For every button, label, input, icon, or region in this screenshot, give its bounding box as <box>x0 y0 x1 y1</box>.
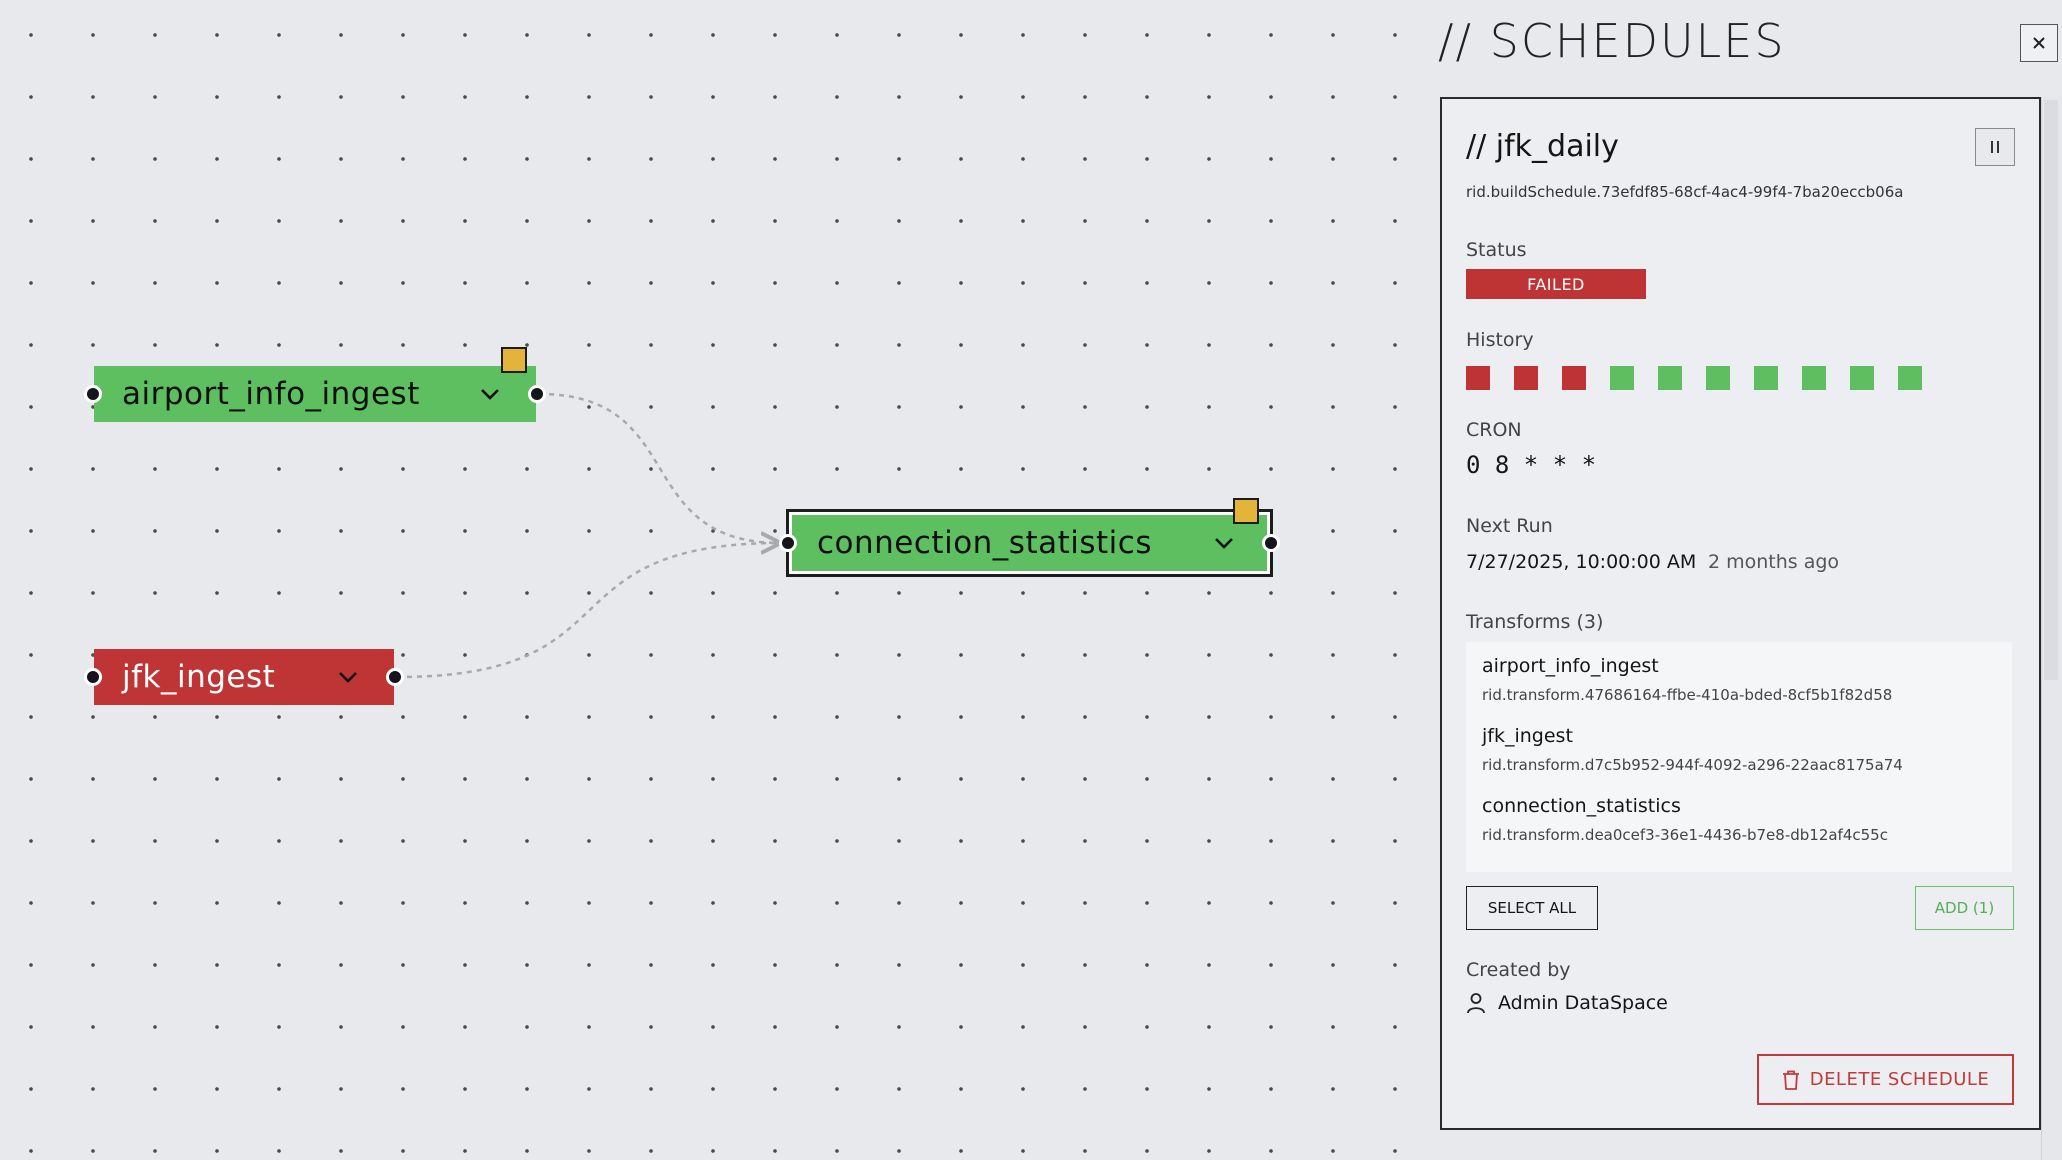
output-port[interactable] <box>386 668 404 686</box>
input-port[interactable] <box>779 534 797 552</box>
node-label: jfk_ingest <box>122 659 276 695</box>
chevron-down-icon[interactable] <box>1204 523 1244 563</box>
transform-item[interactable]: jfk_ingest rid.transform.d7c5b952-944f-4… <box>1466 716 2012 786</box>
history-run-success[interactable] <box>1850 366 1874 390</box>
transform-rid: rid.transform.47686164-ffbe-410a-bded-8c… <box>1482 686 1893 704</box>
schedule-rid: rid.buildSchedule.73efdf85-68cf-4ac4-99f… <box>1466 183 1904 201</box>
chevron-down-icon[interactable] <box>470 374 510 414</box>
node-label: airport_info_ingest <box>122 376 420 412</box>
history-run-success[interactable] <box>1658 366 1682 390</box>
transforms-list[interactable]: airport_info_ingest rid.transform.476861… <box>1466 642 2012 872</box>
transform-rid: rid.transform.dea0cef3-36e1-4436-b7e8-db… <box>1482 826 1888 844</box>
next-run-label: Next Run <box>1466 515 1553 537</box>
cron-label: CRON <box>1466 419 1522 441</box>
history-label: History <box>1466 329 1534 351</box>
next-run-relative: 2 months ago <box>1708 551 1840 573</box>
schedule-flag-icon[interactable] <box>501 347 527 373</box>
history-run-success[interactable] <box>1898 366 1922 390</box>
transform-rid: rid.transform.d7c5b952-944f-4092-a296-22… <box>1482 756 1903 774</box>
chevron-down-icon[interactable] <box>328 657 368 697</box>
node-connection-statistics[interactable]: connection_statistics <box>779 498 1280 577</box>
pause-icon <box>1991 141 1993 153</box>
status-badge: FAILED <box>1466 269 1646 299</box>
input-port[interactable] <box>84 668 102 686</box>
transform-name: connection_statistics <box>1482 795 1681 817</box>
history-run-success[interactable] <box>1610 366 1634 390</box>
delete-label: DELETE SCHEDULE <box>1809 1069 1990 1090</box>
input-port[interactable] <box>84 385 102 403</box>
cron-value: 0 8 * * * <box>1466 451 1597 479</box>
transform-name: jfk_ingest <box>1482 725 1573 747</box>
add-button[interactable]: ADD (1) <box>1915 886 2014 930</box>
transforms-label: Transforms (3) <box>1466 611 1604 633</box>
output-port[interactable] <box>1262 534 1280 552</box>
transform-item[interactable]: airport_info_ingest rid.transform.476861… <box>1466 646 2012 716</box>
created-by-label: Created by <box>1466 959 1571 981</box>
close-button[interactable] <box>2020 24 2058 62</box>
graph-canvas[interactable] <box>0 0 1400 1160</box>
history-run-success[interactable] <box>1706 366 1730 390</box>
history-run-failed[interactable] <box>1466 366 1490 390</box>
history-strip <box>1466 366 1922 390</box>
history-run-success[interactable] <box>1754 366 1778 390</box>
creator-name: Admin DataSpace <box>1498 992 1668 1014</box>
select-all-button[interactable]: SELECT ALL <box>1466 886 1598 930</box>
schedule-name: // jfk_daily <box>1466 129 1619 164</box>
history-run-success[interactable] <box>1802 366 1826 390</box>
delete-schedule-button[interactable]: DELETE SCHEDULE <box>1757 1054 2014 1105</box>
pause-button[interactable] <box>1975 128 2015 166</box>
history-run-failed[interactable] <box>1562 366 1586 390</box>
output-port[interactable] <box>528 385 546 403</box>
user-icon <box>1467 993 1485 1014</box>
close-icon <box>2033 37 2045 49</box>
scrollbar-thumb[interactable] <box>2044 100 2058 680</box>
history-run-failed[interactable] <box>1514 366 1538 390</box>
trash-icon <box>1782 1070 1799 1090</box>
panel-title: // SCHEDULES <box>1438 14 1786 68</box>
next-run-date: 7/27/2025, 10:00:00 AM <box>1466 551 1697 573</box>
node-label: connection_statistics <box>817 525 1152 561</box>
schedule-card: // jfk_daily rid.buildSchedule.73efdf85-… <box>1440 97 2041 1130</box>
transform-item[interactable]: connection_statistics rid.transform.dea0… <box>1466 786 2012 856</box>
creator: Admin DataSpace <box>1466 992 1668 1014</box>
pause-icon-bar <box>1997 141 1999 153</box>
transform-name: airport_info_ingest <box>1482 655 1659 677</box>
node-airport-info-ingest[interactable]: airport_info_ingest <box>84 347 546 422</box>
schedule-flag-icon[interactable] <box>1233 498 1259 524</box>
node-jfk-ingest[interactable]: jfk_ingest <box>84 649 404 705</box>
status-label: Status <box>1466 239 1527 261</box>
